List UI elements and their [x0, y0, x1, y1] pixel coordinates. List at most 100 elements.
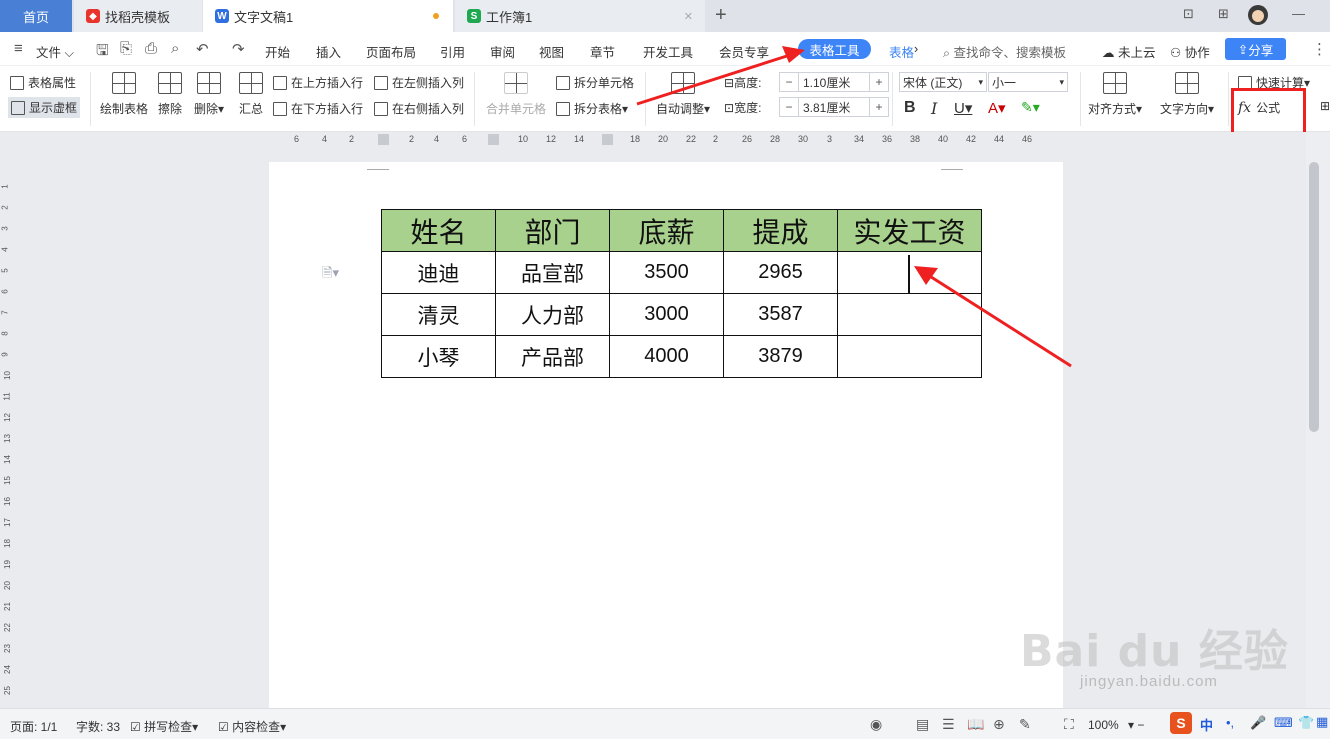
- table-cell[interactable]: [837, 293, 982, 336]
- underline-icon[interactable]: U▾: [954, 99, 972, 117]
- menu-layout[interactable]: 页面布局: [366, 42, 416, 61]
- insert-col-right-button[interactable]: 在右侧插入列: [374, 100, 464, 117]
- header-cell-total[interactable]: 实发工资: [837, 209, 982, 252]
- zoom-level[interactable]: 100%: [1088, 718, 1119, 732]
- export-icon[interactable]: ⎘: [120, 40, 132, 57]
- table-cell[interactable]: 3587: [723, 293, 838, 336]
- height-value[interactable]: 1.10厘米: [798, 73, 870, 91]
- menu-start[interactable]: 开始: [265, 42, 290, 61]
- save-icon[interactable]: 🖫: [96, 40, 109, 65]
- menu-view[interactable]: 视图: [539, 42, 564, 61]
- width-value[interactable]: 3.81厘米: [798, 98, 870, 116]
- cloud-status[interactable]: ☁ 未上云: [1102, 42, 1156, 61]
- highlight-icon[interactable]: ✎▾: [1021, 99, 1040, 116]
- menu-review[interactable]: 审阅: [490, 42, 515, 61]
- merge-cells-button[interactable]: 合并单元格: [486, 72, 546, 117]
- ime-chinese-icon[interactable]: 中: [1200, 715, 1213, 734]
- document-page[interactable]: 🗎▾ 姓名 部门 底薪 提成 实发工资 迪迪 品宣部 3500 2965 清灵 …: [269, 162, 1063, 708]
- tab-document[interactable]: W 文字文稿1: [203, 0, 453, 32]
- keyboard-icon[interactable]: ⌨: [1274, 715, 1293, 731]
- more-tabs-chevron-icon[interactable]: ›: [914, 42, 918, 56]
- column-marker[interactable]: [378, 134, 389, 145]
- table-cell[interactable]: 3500: [609, 251, 724, 294]
- menu-insert[interactable]: 插入: [316, 42, 341, 61]
- header-cell-bonus[interactable]: 提成: [723, 209, 838, 252]
- table-cell[interactable]: 品宣部: [495, 251, 610, 294]
- table-cell[interactable]: 3000: [609, 293, 724, 336]
- layout-toggle-icon[interactable]: ⊡: [1183, 6, 1194, 22]
- ime-punct-icon[interactable]: •,: [1226, 715, 1234, 730]
- column-marker[interactable]: [488, 134, 499, 145]
- menu-chapter[interactable]: 章节: [590, 42, 615, 61]
- insert-row-above-button[interactable]: 在上方插入行: [273, 74, 363, 91]
- eye-protect-icon[interactable]: ◉: [870, 716, 882, 733]
- web-view-icon[interactable]: ⊕: [993, 716, 1005, 733]
- page-count[interactable]: 页面: 1/1: [10, 718, 57, 735]
- more-ribbon-icon[interactable]: ⊞: [1320, 99, 1330, 113]
- header-cell-base[interactable]: 底薪: [609, 209, 724, 252]
- zoom-dropdown-icon[interactable]: ▾ −: [1128, 718, 1144, 732]
- draw-table-button[interactable]: 绘制表格: [100, 72, 148, 117]
- column-marker[interactable]: [602, 134, 613, 145]
- skin-icon[interactable]: 👕: [1298, 715, 1314, 731]
- command-search[interactable]: ⌕ 查找命令、搜索模板: [943, 42, 1066, 61]
- width-minus-icon[interactable]: −: [780, 100, 798, 114]
- menu-reference[interactable]: 引用: [440, 42, 465, 61]
- microphone-icon[interactable]: 🎤: [1250, 715, 1266, 731]
- split-table-button[interactable]: 拆分表格 ▾: [556, 100, 628, 117]
- table-cell[interactable]: 3879: [723, 335, 838, 378]
- table-cell[interactable]: [837, 335, 982, 378]
- auto-fit-button[interactable]: 自动调整▾: [656, 72, 710, 117]
- tab-table-style[interactable]: 表格: [889, 42, 914, 61]
- align-button[interactable]: 对齐方式▾: [1088, 72, 1142, 117]
- outline-view-icon[interactable]: ☰: [942, 716, 955, 733]
- table-cell[interactable]: 清灵: [381, 293, 496, 336]
- table-cell[interactable]: 迪迪: [381, 251, 496, 294]
- tab-workbook[interactable]: S 工作簿1 ✕: [455, 0, 705, 32]
- bold-icon[interactable]: B: [904, 99, 916, 117]
- table-cell[interactable]: 小琴: [381, 335, 496, 378]
- menu-devtools[interactable]: 开发工具: [643, 42, 693, 61]
- insert-row-below-button[interactable]: 在下方插入行: [273, 100, 363, 117]
- table-cell[interactable]: 2965: [723, 251, 838, 294]
- avatar[interactable]: [1247, 4, 1269, 29]
- print-preview-icon[interactable]: ⌕: [171, 40, 179, 57]
- spell-check-button[interactable]: ☑ 拼写检查▾: [130, 718, 198, 735]
- redo-icon[interactable]: ↷: [232, 40, 245, 58]
- erase-button[interactable]: 擦除: [158, 72, 182, 117]
- hamburger-menu-icon[interactable]: ≡: [14, 40, 23, 57]
- ime-menu-icon[interactable]: ▦: [1316, 714, 1328, 730]
- close-tab-icon[interactable]: ✕: [684, 10, 693, 23]
- italic-icon[interactable]: I: [931, 99, 937, 118]
- width-plus-icon[interactable]: +: [870, 100, 888, 114]
- table-cell[interactable]: 4000: [609, 335, 724, 378]
- table-props-button[interactable]: 表格属性: [10, 74, 76, 91]
- text-direction-button[interactable]: 文字方向▾: [1160, 72, 1214, 117]
- paragraph-menu-icon[interactable]: 🗎▾: [322, 264, 339, 286]
- tab-table-tools[interactable]: 表格工具: [798, 39, 871, 59]
- collab-button[interactable]: ⚇ 协作: [1170, 42, 1210, 61]
- table-cell[interactable]: 产品部: [495, 335, 610, 378]
- more-options-icon[interactable]: ⋮: [1312, 40, 1327, 58]
- split-cells-button[interactable]: 拆分单元格: [556, 74, 634, 91]
- grid-apps-icon[interactable]: ⊞: [1218, 6, 1229, 22]
- undo-icon[interactable]: ↶: [196, 40, 209, 58]
- new-tab-icon[interactable]: +: [715, 4, 727, 27]
- table-cell[interactable]: 人力部: [495, 293, 610, 336]
- salary-table[interactable]: 姓名 部门 底薪 提成 实发工资 迪迪 品宣部 3500 2965 清灵 人力部…: [381, 209, 982, 378]
- minimize-icon[interactable]: —: [1292, 6, 1305, 21]
- header-cell-name[interactable]: 姓名: [381, 209, 496, 252]
- width-stepper[interactable]: −3.81厘米 +: [779, 97, 889, 117]
- fit-page-icon[interactable]: ⛶: [1064, 716, 1074, 733]
- menu-vip[interactable]: 会员专享: [719, 42, 769, 61]
- font-size-select[interactable]: 小一 ▾: [988, 72, 1068, 92]
- sogou-ime-icon[interactable]: S: [1170, 712, 1192, 734]
- font-name-select[interactable]: 宋体 (正文) ▾: [899, 72, 987, 92]
- tab-template[interactable]: ◆ 找稻壳模板: [74, 0, 202, 32]
- height-minus-icon[interactable]: −: [780, 75, 798, 89]
- insert-col-left-button[interactable]: 在左侧插入列: [374, 74, 464, 91]
- read-view-icon[interactable]: 📖: [967, 716, 984, 733]
- header-cell-dept[interactable]: 部门: [495, 209, 610, 252]
- file-menu[interactable]: 文件 ⌵: [36, 42, 74, 61]
- word-count[interactable]: 字数: 33: [76, 718, 120, 735]
